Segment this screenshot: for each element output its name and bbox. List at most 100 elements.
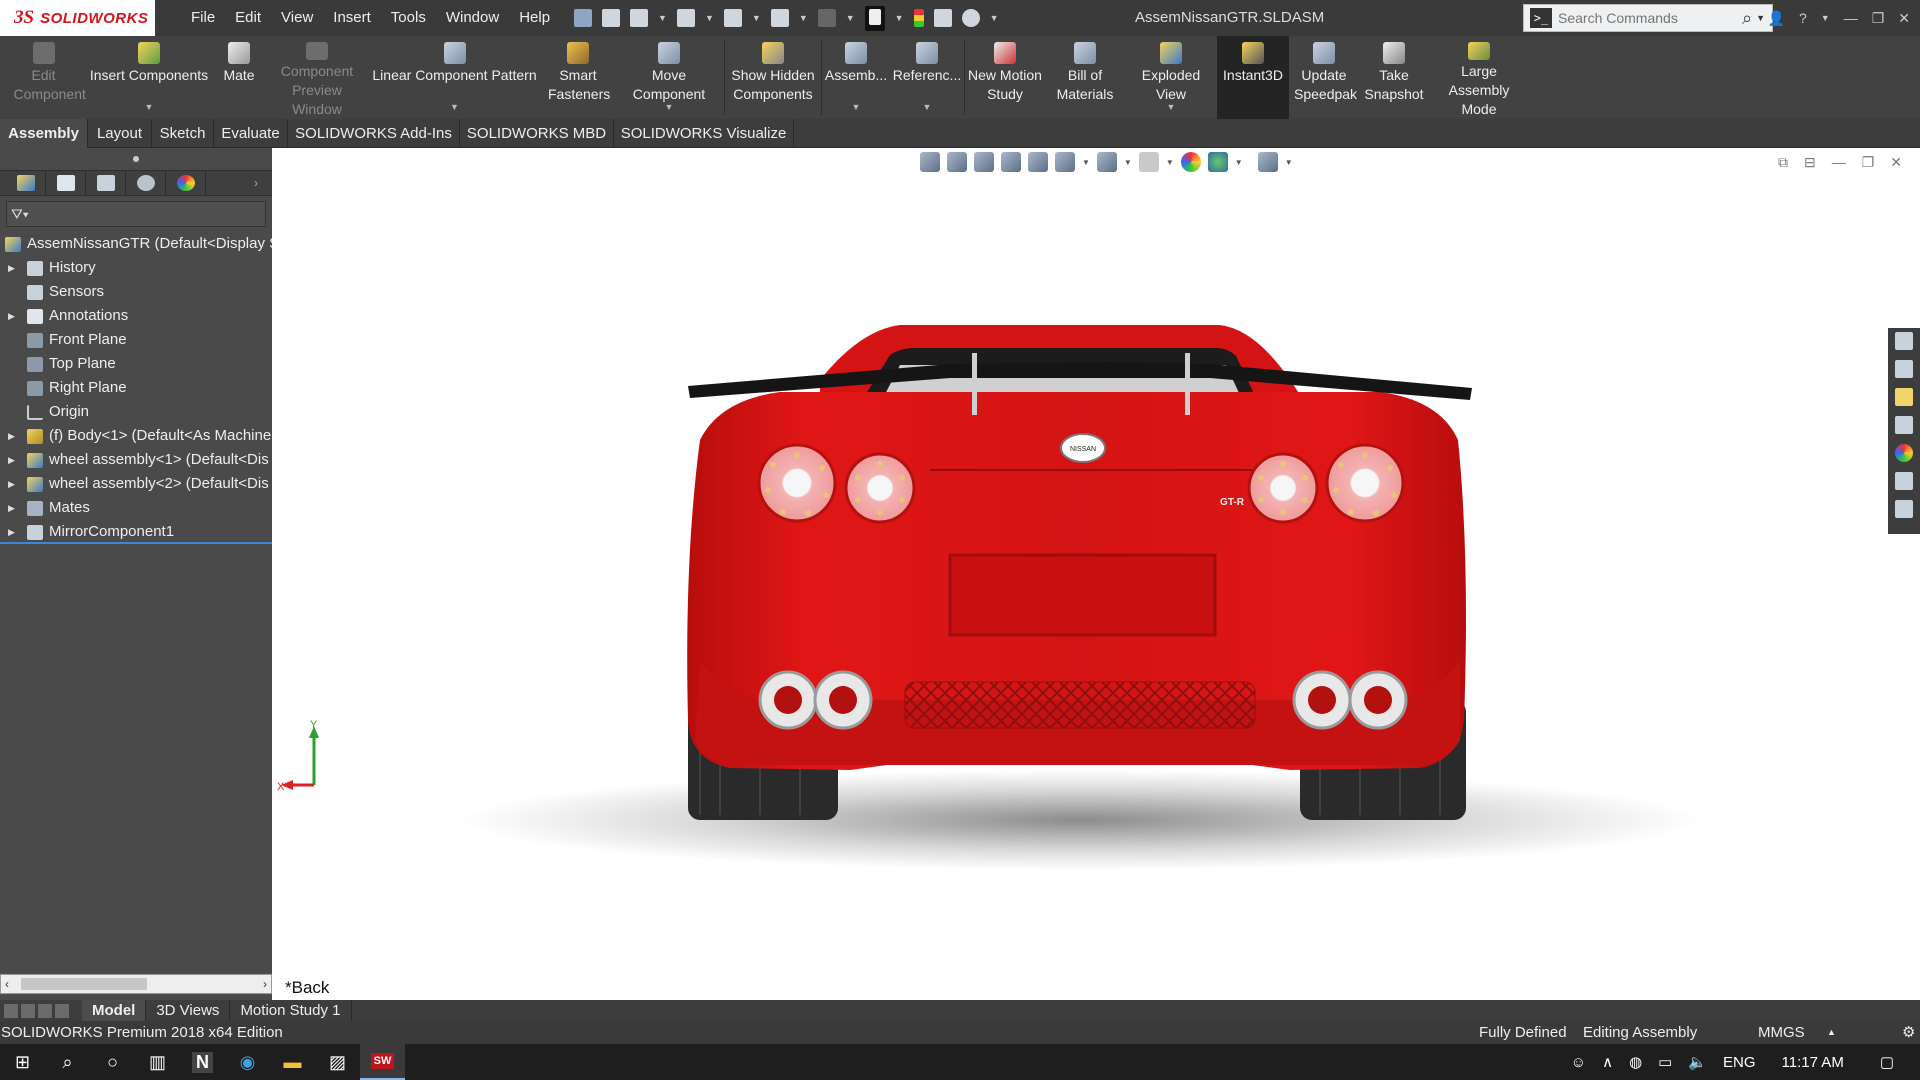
tree-node-origin[interactable]: Origin [0, 400, 272, 424]
start-button[interactable]: ⊞ [0, 1044, 45, 1080]
update-speedpak-button[interactable]: Update Speedpak [1289, 36, 1359, 119]
print-icon[interactable] [770, 9, 789, 27]
search-dropdown-icon[interactable]: ▼ [1756, 13, 1765, 23]
scroll-thumb[interactable] [21, 978, 147, 990]
tab-3d-views[interactable]: 3D Views [146, 1000, 231, 1021]
search-commands[interactable]: >_ ⌕ ▼ [1523, 4, 1773, 32]
expand-arrow-icon[interactable]: ▶ [8, 496, 15, 520]
tree-node-top-plane[interactable]: Top Plane [0, 352, 272, 376]
expand-arrow-icon[interactable]: ▶ [8, 520, 15, 542]
design-library-icon[interactable] [1895, 360, 1913, 378]
bill-of-materials-button[interactable]: Bill of Materials [1045, 36, 1125, 119]
exploded-view-dropdown-icon[interactable]: ▼ [1167, 98, 1176, 117]
open-dropdown-icon[interactable]: ▼ [705, 13, 714, 23]
panel-expand-icon[interactable]: › [254, 176, 258, 190]
car-model-back-view[interactable]: NISSAN GT-R [272, 148, 1920, 1000]
notifications-icon[interactable]: ▢ [1880, 1053, 1894, 1071]
display-manager-tab[interactable] [166, 171, 206, 195]
file-properties-icon[interactable] [933, 9, 952, 27]
options-gear-icon[interactable] [961, 9, 980, 27]
menu-file[interactable]: File [181, 0, 225, 36]
search-button[interactable]: ⌕ [45, 1044, 90, 1080]
new-document-icon[interactable] [630, 9, 649, 27]
tree-horizontal-scrollbar[interactable]: ‹ › [0, 974, 272, 994]
expand-arrow-icon[interactable]: ▶ [8, 304, 15, 328]
taskbar-edge[interactable]: ◉ [225, 1044, 270, 1080]
taskbar-app-n[interactable]: N [180, 1044, 225, 1080]
graphics-area[interactable]: ▼ ▼ ▼ ▼ ▼ ⧉ ⊟ — ❐ ✕ NISSAN GT-R Y X *Bac… [272, 148, 1920, 1000]
menu-help[interactable]: Help [509, 0, 560, 36]
expand-arrow-icon[interactable]: ▶ [8, 448, 15, 472]
battery-icon[interactable]: ▭ [1658, 1053, 1672, 1071]
tray-overflow-icon[interactable]: ∧ [1602, 1053, 1613, 1071]
tab-solidworks-add-ins[interactable]: SOLIDWORKS Add-Ins [288, 119, 460, 148]
smart-fasteners-button[interactable]: Smart Fasteners [542, 36, 614, 119]
home-icon[interactable] [602, 9, 621, 27]
show-hidden-components-button[interactable]: Show Hidden Components [725, 36, 821, 119]
tab-evaluate[interactable]: Evaluate [214, 119, 288, 148]
assembly-features-dropdown-icon[interactable]: ▼ [852, 98, 861, 117]
help-icon[interactable]: ? [1799, 10, 1807, 26]
menu-edit[interactable]: Edit [225, 0, 271, 36]
undo-icon[interactable] [817, 9, 836, 27]
tab-model[interactable]: Model [82, 1000, 147, 1021]
forum-icon[interactable] [1895, 500, 1913, 518]
new-motion-study-button[interactable]: New Motion Study [965, 36, 1045, 119]
tree-node-wheel-assembly-1[interactable]: ▶ wheel assembly<1> (Default<Dis [0, 448, 272, 472]
reference-geometry-dropdown-icon[interactable]: ▼ [923, 98, 932, 117]
exploded-view-button[interactable]: Exploded View ▼ [1125, 36, 1217, 119]
taskbar-photos[interactable]: ▨ [315, 1044, 360, 1080]
tree-node-wheel-assembly-2[interactable]: ▶ wheel assembly<2> (Default<Dis [0, 472, 272, 496]
last-tab-icon[interactable] [55, 1003, 69, 1018]
component-preview-window-button[interactable]: Component Preview Window [267, 36, 367, 119]
configurationmanager-tab[interactable] [86, 171, 126, 195]
propertymanager-tab[interactable] [46, 171, 86, 195]
tree-node-root-assembly[interactable]: AssemNissanGTR (Default<Display S [0, 232, 272, 256]
search-input[interactable] [1558, 10, 1738, 26]
next-tab-icon[interactable] [38, 1003, 52, 1018]
taskbar-solidworks[interactable]: SW [360, 1044, 405, 1080]
tab-layout[interactable]: Layout [88, 119, 152, 148]
expand-arrow-icon[interactable]: ▶ [8, 424, 15, 448]
reference-geometry-button[interactable]: Referenc... ▼ [890, 36, 964, 119]
people-icon[interactable]: ☺ [1571, 1054, 1586, 1071]
pin-icon[interactable] [574, 9, 593, 27]
taskbar-file-explorer[interactable]: ▬ [270, 1044, 315, 1080]
take-snapshot-button[interactable]: Take Snapshot [1359, 36, 1429, 119]
tree-node-sensors[interactable]: Sensors [0, 280, 272, 304]
linear-pattern-dropdown-icon[interactable]: ▼ [450, 98, 459, 117]
file-explorer-icon[interactable] [1895, 388, 1913, 406]
large-assembly-mode-button[interactable]: Large Assembly Mode [1429, 36, 1529, 119]
language-indicator[interactable]: ENG [1723, 1054, 1756, 1071]
insert-components-button[interactable]: Insert Components ▼ [87, 36, 211, 119]
user-icon[interactable]: 👤 [1768, 10, 1785, 27]
new-dropdown-icon[interactable]: ▼ [658, 13, 667, 23]
tab-solidworks-mbd[interactable]: SOLIDWORKS MBD [460, 119, 614, 148]
search-icon[interactable]: ⌕ [1742, 8, 1752, 29]
tab-motion-study-1[interactable]: Motion Study 1 [230, 1000, 352, 1021]
volume-icon[interactable]: 🔈 [1688, 1053, 1707, 1071]
solidworks-logo[interactable]: 3S SOLIDWORKS [0, 0, 155, 36]
tab-assembly[interactable]: Assembly [0, 119, 88, 148]
save-dropdown-icon[interactable]: ▼ [752, 13, 761, 23]
appearances-scenes-icon[interactable] [1895, 444, 1913, 462]
restore-icon[interactable]: ❐ [1872, 10, 1885, 27]
custom-properties-icon[interactable] [1895, 472, 1913, 490]
task-view-button[interactable]: ▥ [135, 1044, 180, 1080]
edit-component-button[interactable]: Edit Component [0, 36, 87, 119]
featuremanager-tab[interactable] [6, 171, 46, 195]
rebuild-icon[interactable] [913, 9, 924, 27]
undo-dropdown-icon[interactable]: ▼ [846, 13, 855, 23]
select-tool[interactable] [864, 5, 885, 31]
open-icon[interactable] [676, 9, 695, 27]
help-dropdown-icon[interactable]: ▼ [1821, 13, 1830, 23]
linear-component-pattern-button[interactable]: Linear Component Pattern ▼ [367, 36, 542, 119]
tree-node-history[interactable]: ▶ History [0, 256, 272, 280]
insert-components-dropdown-icon[interactable]: ▼ [145, 98, 154, 117]
network-globe-icon[interactable]: ◍ [1629, 1053, 1642, 1071]
units-selector[interactable]: MMGS [1758, 1021, 1805, 1044]
scroll-right-icon[interactable]: › [263, 975, 267, 993]
first-tab-icon[interactable] [4, 1003, 18, 1018]
mate-button[interactable]: Mate [211, 36, 267, 119]
close-icon[interactable]: ✕ [1898, 10, 1910, 27]
